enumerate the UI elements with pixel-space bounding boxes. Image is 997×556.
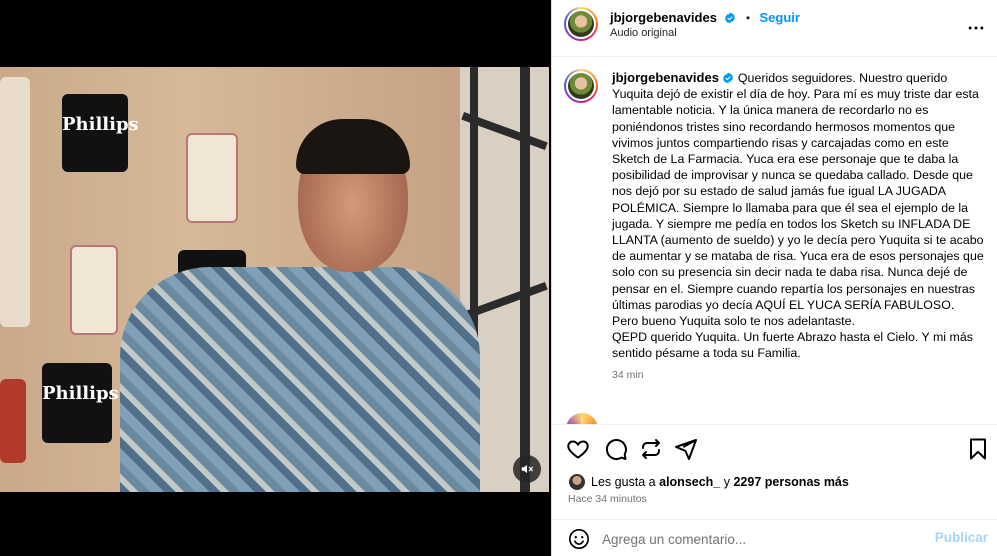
caption-line-2: Pero bueno Yuquita solo te nos adelantas… [612,314,855,329]
follow-button[interactable]: Seguir [759,10,799,25]
posted-ago[interactable]: Hace 34 minutos [568,493,647,505]
post-caption: jbjorgebenavides Queridos seguidores. Nu… [612,70,987,383]
comment-icon[interactable] [604,437,628,461]
audio-link[interactable]: Audio original [610,27,677,39]
likes-others[interactable]: 2297 personas más [733,475,848,489]
caption-text: Queridos seguidores. Nuestro querido Yuq… [612,71,988,312]
next-comment-avatar[interactable] [566,413,598,424]
heart-icon[interactable] [566,437,590,461]
video-person-shirt [120,267,480,492]
publish-button[interactable]: Publicar [935,530,988,545]
post-header: jbjorgebenavides • Seguir Audio original [552,0,997,57]
likes-summary[interactable]: Les gusta a alonsech_ y 2297 personas má… [568,473,849,491]
mute-icon [521,464,533,474]
comments-area[interactable]: jbjorgebenavides Queridos seguidores. Nu… [552,58,997,424]
media-viewer: Phillips Phillips Phillips [0,0,551,556]
liker-username[interactable]: alonsech_ [659,475,720,489]
post-side-panel: jbjorgebenavides • Seguir Audio original… [551,0,997,556]
post-actions [552,424,997,468]
caption-time: 34 min [612,368,644,381]
verified-badge-icon [725,12,736,24]
add-comment-bar: Publicar [552,519,997,556]
verified-badge-icon [722,72,733,84]
liker-avatar [568,473,586,491]
author-avatar[interactable] [564,7,598,41]
bookmark-icon[interactable] [966,437,990,461]
share-icon[interactable] [639,437,663,461]
likes-connector: y [723,475,730,489]
comment-input[interactable] [602,528,922,550]
mute-button[interactable] [513,455,541,483]
send-icon[interactable] [674,437,698,461]
caption-author-username[interactable]: jbjorgebenavides [612,70,719,85]
author-username[interactable]: jbjorgebenavides [610,10,717,25]
video-sign-rinde-2 [70,245,118,335]
video-sign-rinde-1 [186,133,238,223]
header-separator: • [745,11,751,25]
caption-author-avatar[interactable] [564,69,598,103]
reel-video[interactable]: Phillips Phillips Phillips [0,67,549,492]
caption-line-3: QEPD querido Yuquita. Un fuerte Abrazo h… [612,330,977,361]
more-options-icon[interactable] [966,18,986,38]
video-sign-philips-3: Phillips [42,363,119,443]
emoji-icon[interactable] [568,528,590,550]
video-sign-philips-1: Phillips [62,94,139,172]
likes-prefix: Les gusta a [591,475,656,489]
video-sign-red [0,379,26,463]
video-sign-rinde-3 [0,77,30,327]
